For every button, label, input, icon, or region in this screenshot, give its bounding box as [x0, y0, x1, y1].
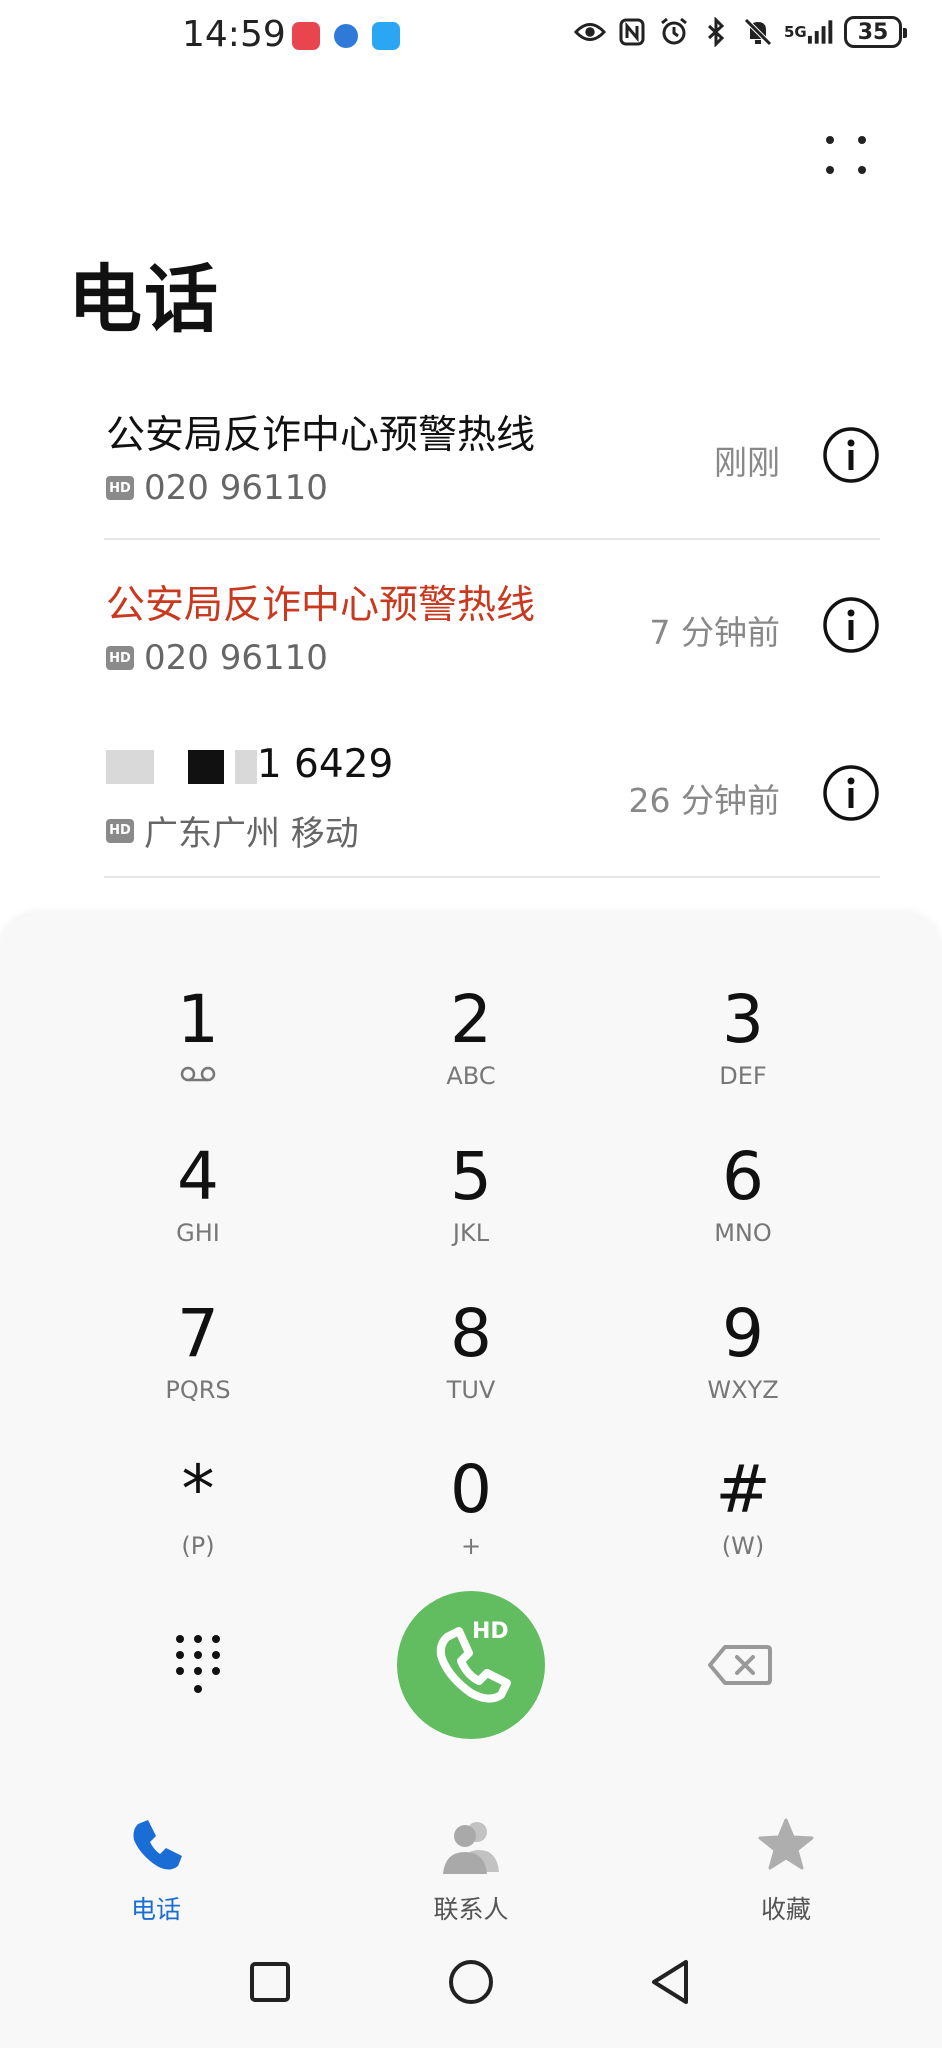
phone-icon	[133, 1820, 182, 1870]
call-time: 7 分钟前	[649, 613, 781, 652]
battery-indicator: 35	[844, 16, 907, 48]
tab-phone[interactable]: 电话	[56, 1816, 256, 1926]
voicemail-icon	[180, 1066, 216, 1086]
tab-favorites[interactable]: 收藏	[686, 1816, 886, 1926]
star-icon	[758, 1818, 814, 1870]
call-time: 26 分钟前	[628, 781, 780, 820]
circle-icon	[449, 1960, 493, 2004]
home-button[interactable]	[441, 1952, 501, 2012]
system-nav-bar	[0, 1924, 942, 2048]
dial-key-9[interactable]: 9 WXYZ	[643, 1284, 843, 1434]
square-icon	[250, 1962, 290, 2002]
contacts-icon	[443, 1822, 499, 1874]
tab-contacts[interactable]: 联系人	[371, 1816, 571, 1926]
back-button[interactable]	[642, 1952, 702, 2012]
dial-key-0[interactable]: 0 +	[371, 1440, 571, 1590]
call-info-button[interactable]	[822, 764, 880, 822]
bottom-tab-bar: 电话 联系人 收藏	[0, 1804, 942, 1924]
recents-button[interactable]	[240, 1952, 300, 2012]
dial-key-1[interactable]: 1	[98, 970, 298, 1120]
bluetooth-icon	[700, 16, 732, 48]
hd-badge: HD	[106, 818, 134, 843]
phone-icon	[436, 1627, 511, 1703]
info-icon	[823, 597, 879, 653]
call-log-item[interactable]: 公安局反诈中心预警热线 HD 020 96110 7 分钟前	[104, 540, 880, 708]
triangle-back-icon	[652, 1960, 688, 2004]
nfc-icon	[616, 16, 648, 48]
backspace-button[interactable]	[707, 1643, 773, 1687]
call-info-button[interactable]	[822, 426, 880, 484]
more-dots-icon	[826, 136, 834, 144]
eye-icon	[574, 16, 606, 48]
dialpad-icon	[176, 1635, 220, 1693]
info-icon	[823, 427, 879, 483]
dial-key-8[interactable]: 8 TUV	[371, 1284, 571, 1434]
redacted-block	[106, 749, 154, 784]
system-icons: 5G 35	[574, 16, 907, 48]
caller-number: 020 96110	[144, 468, 328, 508]
backspace-icon	[708, 1645, 772, 1685]
call-info-button[interactable]	[822, 596, 880, 654]
redacted-block	[188, 749, 225, 784]
hd-label: HD	[472, 1619, 509, 1644]
call-log-list: 公安局反诈中心预警热线 HD 020 96110 刚刚 公安局反诈中心预警热线 …	[104, 370, 880, 878]
dial-key-7[interactable]: 7 PQRS	[98, 1284, 298, 1434]
dial-key-star[interactable]: * (P)	[98, 1440, 298, 1590]
page-title: 电话	[68, 257, 220, 343]
notification-icons	[292, 22, 400, 50]
call-log-item[interactable]: 公安局反诈中心预警热线 HD 020 96110 刚刚	[104, 370, 880, 540]
caller-number: 020 96110	[144, 638, 328, 678]
hd-badge: HD	[106, 646, 134, 670]
dial-key-3[interactable]: 3 DEF	[643, 970, 843, 1120]
call-log-item[interactable]: 1 6429 HD 广东广州 移动 26 分钟前	[104, 708, 880, 878]
redacted-block	[234, 749, 257, 784]
keypad-toggle-button[interactable]	[168, 1631, 228, 1701]
caller-name: 公安局反诈中心预警热线	[106, 413, 536, 458]
caller-location: 广东广州 移动	[144, 814, 359, 854]
dial-key-5[interactable]: 5 JKL	[371, 1127, 571, 1277]
browser-app-icon	[334, 24, 358, 48]
alarm-icon	[658, 16, 690, 48]
dial-key-hash[interactable]: # (W)	[643, 1440, 843, 1590]
info-icon	[823, 765, 879, 821]
status-time: 14:59	[182, 14, 286, 55]
dial-key-4[interactable]: 4 GHI	[98, 1127, 298, 1277]
caller-name: 公安局反诈中心预警热线	[106, 583, 536, 628]
dial-key-2[interactable]: 2 ABC	[371, 970, 571, 1120]
caller-name: 1 6429	[106, 742, 393, 787]
mute-icon	[742, 16, 774, 48]
status-bar: 14:59 5G 35	[0, 0, 942, 70]
hd-badge: HD	[106, 476, 134, 500]
more-options-button[interactable]	[816, 126, 880, 190]
signal-icon: 5G	[784, 16, 834, 48]
dial-key-6[interactable]: 6 MNO	[643, 1127, 843, 1277]
shopping-app-icon	[292, 22, 320, 50]
call-time: 刚刚	[714, 443, 780, 482]
call-button[interactable]: HD	[397, 1591, 545, 1739]
weather-app-icon	[372, 22, 400, 50]
